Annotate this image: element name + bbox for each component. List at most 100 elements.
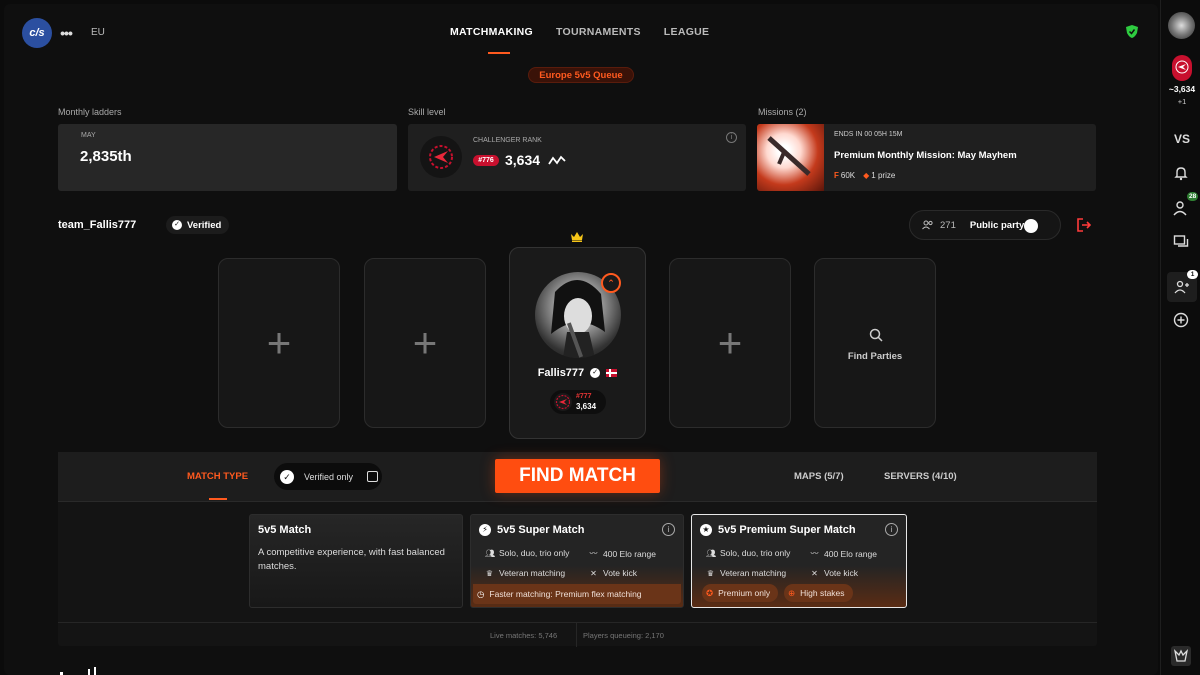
empty-party-slot[interactable]: +	[364, 258, 486, 428]
empty-party-slot[interactable]: +	[218, 258, 340, 428]
divider	[576, 623, 577, 647]
feature-item: 👥︎ Solo, duo, trio only	[485, 548, 570, 558]
players-queueing: Players queueing: 2,170	[583, 631, 664, 640]
friends-count-badge: 28	[1187, 192, 1199, 201]
feature-item: ♛ Veteran matching	[485, 568, 566, 578]
clock-icon: ◷	[477, 588, 485, 599]
party-count: 271	[940, 219, 956, 231]
match-mode-title: 5v5 Match	[258, 524, 312, 536]
match-mode-5v5-premium-super[interactable]: ★ 5v5 Premium Super Match i 👥︎ Solo, duo, …	[691, 514, 907, 608]
ladder-position: 2,835th	[80, 148, 132, 165]
elo-wave-icon: 〰	[589, 549, 598, 558]
denmark-flag-icon	[606, 369, 618, 378]
info-icon[interactable]: i	[662, 523, 675, 536]
match-type-tab[interactable]: MATCH TYPE	[187, 471, 248, 482]
monthly-ladder-card[interactable]: MAY 2,835th	[58, 124, 397, 191]
feature-item: 👥︎ Solo, duo, trio only	[706, 548, 791, 558]
search-icon	[869, 328, 883, 342]
bell-icon[interactable]	[1173, 165, 1189, 181]
verified-check-icon: ✓	[280, 469, 294, 484]
mission-rewards: F 60K ◆ 1 prize	[834, 171, 895, 180]
mission-artwork	[757, 124, 824, 191]
party-invite-icon	[1174, 280, 1189, 294]
public-party-label: Public party	[969, 219, 1025, 231]
feature-item: 〰 400 Elo range	[589, 548, 656, 559]
premium-only-pill: ✪ Premium only	[702, 584, 779, 602]
party-leader-crown-icon	[571, 232, 583, 242]
verified-only-checkbox[interactable]	[367, 471, 379, 482]
top-navigation: MATCHMAKING TOURNAMENTS LEAGUE	[450, 26, 709, 38]
highlight-pill: ◷ Faster matching: Premium flex matching	[473, 584, 681, 604]
mission-card[interactable]: ENDS IN 00 05H 15M Premium Monthly Missi…	[757, 124, 1096, 191]
verified-only-filter[interactable]: ✓ Verified only	[274, 463, 382, 490]
verified-check-icon: ✓	[172, 220, 182, 230]
info-icon[interactable]: i	[726, 132, 737, 143]
mission-title: Premium Monthly Mission: May Mayhem	[834, 150, 1017, 161]
toggle-switch[interactable]	[1024, 219, 1038, 233]
app-window: c/s ••• EU MATCHMAKING TOURNAMENTS LEAGU…	[0, 0, 1160, 675]
challenger-rank-icon	[420, 136, 462, 178]
rank-position-badge: #776	[473, 155, 499, 166]
add-player-icon: +	[266, 319, 292, 366]
versus-button[interactable]: VS	[1163, 132, 1200, 146]
find-parties-button[interactable]: Find Parties	[814, 258, 936, 428]
section-heading-fragment	[60, 667, 96, 675]
queue-stats-bar: Live matches: 5,746 Players queueing: 2,…	[58, 622, 1097, 647]
empty-party-slot[interactable]: +	[669, 258, 791, 428]
info-icon[interactable]: i	[885, 523, 898, 536]
maps-selector[interactable]: MAPS (5/7)	[794, 471, 844, 482]
match-type-underline	[209, 498, 227, 500]
people-icon: 👥︎	[485, 548, 496, 558]
match-mode-5v5-super[interactable]: ⚡ 5v5 Super Match i 👥︎ Solo, duo, trio onl…	[470, 514, 684, 608]
friends-icon[interactable]	[1173, 200, 1189, 216]
ladders-section-label: Monthly ladders	[58, 107, 122, 117]
more-menu-icon[interactable]: •••	[56, 23, 76, 43]
feature-item: ✕ Vote kick	[590, 568, 638, 578]
nav-tab-tournaments[interactable]: TOURNAMENTS	[556, 26, 641, 38]
find-match-button[interactable]: FIND MATCH	[495, 459, 660, 493]
player-card[interactable]: ⌃ Fallis777 ✓ #777 3,634	[509, 247, 646, 439]
right-sidebar: ~3,634 +1 VS 28 1	[1160, 0, 1200, 675]
rank-emblem-icon[interactable]	[1172, 55, 1192, 81]
skill-level-card[interactable]: CHALLENGER RANK #776 3,634 i	[408, 124, 746, 191]
player-rank-position: #777	[576, 393, 592, 400]
live-matches: Live matches: 5,746	[490, 631, 558, 640]
match-mode-description: A competitive experience, with fast bala…	[258, 547, 445, 572]
high-stakes-pill: ⊕ High stakes	[784, 584, 853, 602]
chat-icon[interactable]	[1173, 234, 1189, 250]
feature-item: 〰 400 Elo range	[810, 548, 877, 559]
add-player-icon: +	[717, 319, 743, 366]
missions-section-label: Missions (2)	[758, 107, 807, 117]
elo-value: 3,634	[505, 152, 541, 168]
anticheat-shield-icon[interactable]	[1126, 25, 1138, 38]
region-selector[interactable]: EU	[91, 27, 105, 38]
verified-check-icon: ✓	[590, 368, 601, 379]
vote-kick-icon: ✕	[811, 568, 818, 578]
site-logo[interactable]: c/s	[22, 18, 52, 48]
add-circle-icon[interactable]	[1173, 312, 1189, 328]
match-mode-5v5[interactable]: 5v5 Match A competitive experience, with…	[249, 514, 463, 608]
team-name: team_Fallis777	[58, 219, 137, 231]
lightning-icon: ⚡	[479, 524, 491, 536]
star-icon: ★	[700, 524, 712, 536]
nav-tab-league[interactable]: LEAGUE	[664, 26, 710, 38]
match-mode-title: ★ 5v5 Premium Super Match	[700, 524, 856, 536]
sidebar-elo-delta: +1	[1177, 97, 1187, 106]
premium-rank-badge-icon: ⌃	[601, 273, 621, 293]
rank-name: CHALLENGER RANK	[473, 137, 542, 144]
public-party-toggle[interactable]: 271 Public party	[909, 210, 1061, 240]
elo-trend-icon	[548, 155, 566, 165]
main-frame: c/s ••• EU MATCHMAKING TOURNAMENTS LEAGU…	[4, 4, 1158, 675]
app-menu-icon[interactable]	[1171, 646, 1191, 666]
nav-tab-matchmaking[interactable]: MATCHMAKING	[450, 26, 533, 38]
people-icon	[922, 220, 933, 230]
find-parties-label: Find Parties	[847, 351, 903, 362]
user-avatar[interactable]	[1168, 12, 1195, 39]
leave-party-icon[interactable]	[1077, 218, 1091, 232]
feature-item: ♛ Veteran matching	[706, 568, 787, 578]
servers-selector[interactable]: SERVERS (4/10)	[884, 471, 957, 482]
crown-icon: ♛	[485, 568, 494, 578]
match-toolbar: MATCH TYPE ✓ Verified only FIND MATCH MA…	[58, 452, 1097, 502]
points-reward: F 60K	[834, 171, 856, 180]
player-elo: 3,634	[576, 402, 597, 411]
